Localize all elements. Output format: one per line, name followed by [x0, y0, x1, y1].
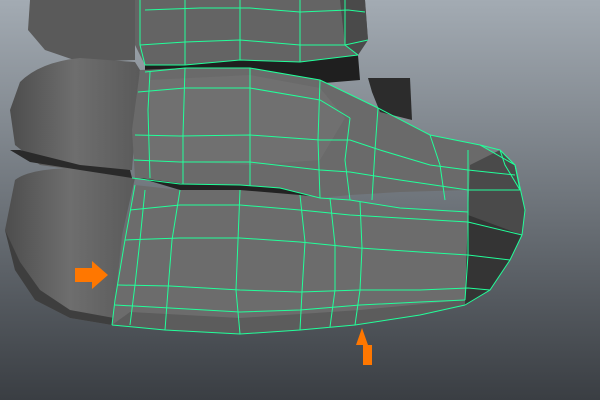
- 3d-viewport[interactable]: [0, 0, 600, 400]
- upper-toe-body: [135, 0, 368, 65]
- viewport-canvas[interactable]: [0, 0, 600, 400]
